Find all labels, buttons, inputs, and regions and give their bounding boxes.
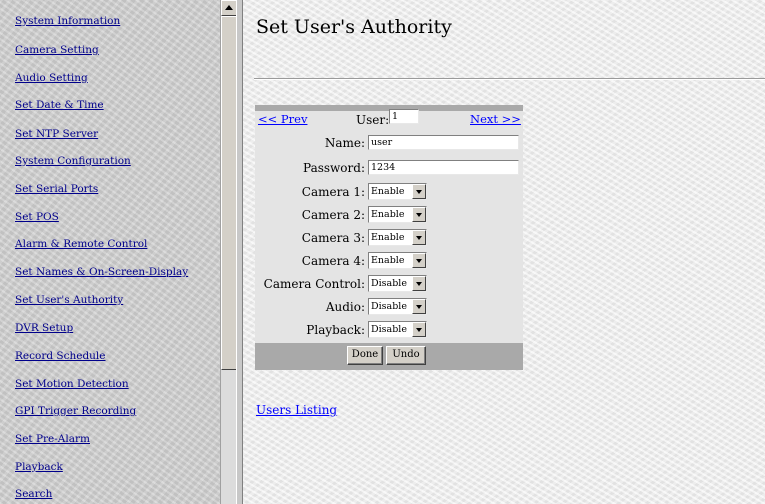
nav-item-set-users-authority[interactable]: Set User's Authority [15, 294, 123, 306]
main-content: Set User's Authority << Prev User: 1 Nex… [243, 0, 765, 504]
nav-item-record-schedule[interactable]: Record Schedule [15, 350, 106, 362]
nav-item-camera-setting[interactable]: Camera Setting [15, 44, 99, 56]
nav-item-gpi-trigger-recording[interactable]: GPI Trigger Recording [15, 405, 136, 417]
chevron-down-icon[interactable] [412, 230, 426, 245]
chevron-down-icon[interactable] [412, 276, 426, 291]
camera-3-select[interactable]: Enable [368, 229, 427, 246]
camera-4-label: Camera 4: [301, 254, 365, 268]
camera-2-select-value: Enable [371, 209, 405, 220]
audio-select[interactable]: Disable [368, 298, 427, 315]
camera-3-select-value: Enable [371, 232, 405, 243]
nav-item-set-pre-alarm[interactable]: Set Pre-Alarm [15, 433, 90, 445]
password-label: Password: [303, 161, 365, 175]
nav-item-set-date-time[interactable]: Set Date & Time [15, 99, 104, 111]
page-title: Set User's Authority [256, 16, 452, 38]
audio-select-value: Disable [371, 301, 407, 312]
camera-4-select-value: Enable [371, 255, 405, 266]
audio-label: Audio: [325, 300, 365, 314]
chevron-down-icon[interactable] [412, 322, 426, 337]
chevron-down-icon[interactable] [412, 207, 426, 222]
nav-item-playback[interactable]: Playback [15, 461, 63, 473]
camera-control-select[interactable]: Disable [368, 275, 427, 292]
form-action-bar: Done Undo [255, 343, 523, 370]
camera-2-label: Camera 2: [301, 208, 365, 222]
scrollbar-thumb[interactable] [221, 16, 237, 370]
user-number-input[interactable]: 1 [389, 109, 419, 124]
nav-item-set-ntp-server[interactable]: Set NTP Server [15, 128, 98, 140]
nav-item-set-names-osd[interactable]: Set Names & On-Screen-Display [15, 266, 188, 278]
sidebar-nav: System Information Camera Setting Audio … [0, 0, 220, 504]
nav-item-alarm-remote-control[interactable]: Alarm & Remote Control [15, 238, 147, 250]
title-divider [254, 78, 765, 80]
nav-item-audio-setting[interactable]: Audio Setting [15, 72, 88, 84]
user-label: User: [356, 113, 390, 127]
nav-scrollbar[interactable] [220, 0, 237, 504]
users-listing-link[interactable]: Users Listing [256, 403, 337, 417]
nav-item-set-serial-ports[interactable]: Set Serial Ports [15, 183, 98, 195]
chevron-down-icon[interactable] [412, 299, 426, 314]
camera-control-select-value: Disable [371, 278, 407, 289]
camera-2-select[interactable]: Enable [368, 206, 427, 223]
playback-label: Playback: [306, 323, 365, 337]
camera-3-label: Camera 3: [301, 231, 365, 245]
scroll-up-arrow-icon[interactable] [221, 0, 237, 16]
nav-item-system-configuration[interactable]: System Configuration [15, 155, 131, 167]
camera-4-select[interactable]: Enable [368, 252, 427, 269]
playback-select[interactable]: Disable [368, 321, 427, 338]
nav-item-set-motion-detection[interactable]: Set Motion Detection [15, 378, 129, 390]
password-input[interactable]: 1234 [368, 160, 519, 175]
chevron-down-icon[interactable] [412, 184, 426, 199]
camera-1-select[interactable]: Enable [368, 183, 427, 200]
nav-item-system-information[interactable]: System Information [15, 15, 120, 27]
name-input[interactable]: user [368, 135, 519, 150]
camera-1-label: Camera 1: [301, 185, 365, 199]
frame-divider[interactable] [236, 0, 243, 504]
user-authority-form: << Prev User: 1 Next >> Name: user Passw… [255, 105, 523, 370]
done-button[interactable]: Done [347, 346, 383, 365]
playback-select-value: Disable [371, 324, 407, 335]
undo-button[interactable]: Undo [386, 346, 426, 365]
next-user-link[interactable]: Next >> [470, 112, 521, 126]
nav-item-set-pos[interactable]: Set POS [15, 211, 59, 223]
camera-1-select-value: Enable [371, 186, 405, 197]
chevron-down-icon[interactable] [412, 253, 426, 268]
camera-control-label: Camera Control: [263, 277, 365, 291]
nav-item-dvr-setup[interactable]: DVR Setup [15, 322, 73, 334]
name-label: Name: [324, 136, 365, 150]
nav-item-search[interactable]: Search [15, 488, 52, 500]
prev-user-link[interactable]: << Prev [258, 112, 307, 126]
